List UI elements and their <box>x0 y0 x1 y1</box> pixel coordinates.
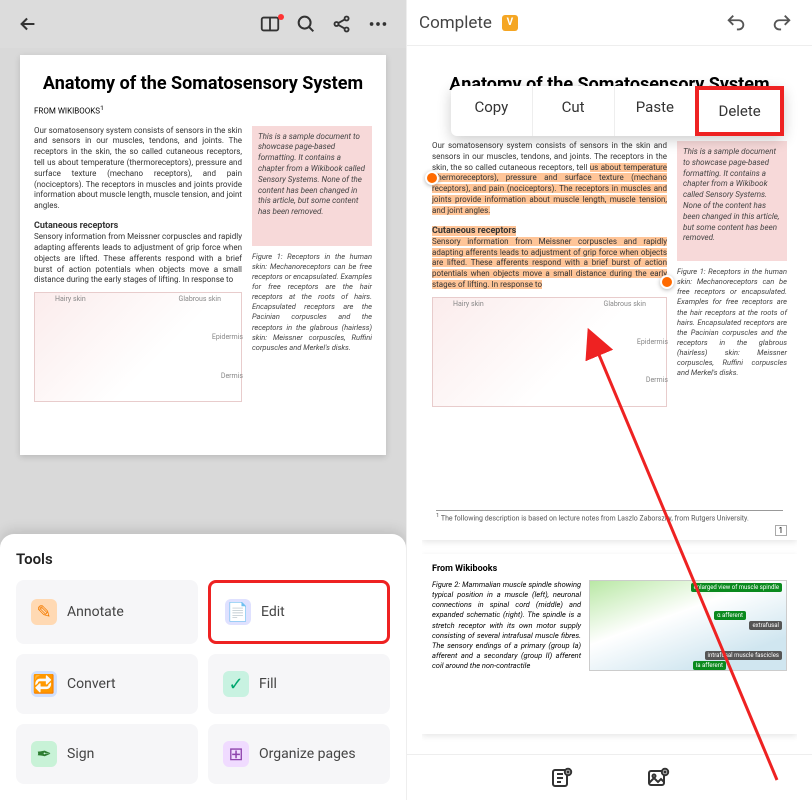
doc-source: FROM WIKIBOOKS <box>34 107 100 116</box>
right-bottombar <box>407 754 812 800</box>
doc-subhead: Cutaneous receptors <box>34 220 242 232</box>
tool-annotate[interactable]: ✎ Annotate <box>16 580 198 644</box>
doc-figure: Hairy skin Glabrous skin Epidermis Dermi… <box>432 297 667 407</box>
ctx-cut[interactable]: Cut <box>532 86 614 136</box>
context-menu: Copy Cut Paste Delete <box>451 86 784 136</box>
tool-edit[interactable]: 📄 Edit <box>208 580 390 644</box>
doc2-fig-caption: Figure 2: Mammalian muscle spindle showi… <box>432 580 581 671</box>
share-button[interactable] <box>324 6 360 42</box>
doc-para1: Our somatosensory system consists of sen… <box>34 126 242 212</box>
right-topbar: Complete V <box>407 0 812 46</box>
sign-icon: ✒ <box>31 741 57 767</box>
mode-title: Complete <box>419 13 492 33</box>
document-page[interactable]: From Wikibooks Figure 2: Mammalian muscl… <box>422 554 797 734</box>
selected-text[interactable]: Cutaneous receptors <box>432 226 516 236</box>
doc2-figure: enlarged view of muscle spindle α affere… <box>589 580 787 671</box>
annotate-icon: ✎ <box>31 599 57 625</box>
add-text-button[interactable] <box>544 760 580 796</box>
undo-button[interactable] <box>718 5 754 41</box>
more-button[interactable] <box>360 6 396 42</box>
tool-convert[interactable]: 🔁 Convert <box>16 654 198 714</box>
tools-heading: Tools <box>16 550 390 568</box>
notification-dot-icon <box>278 14 284 20</box>
search-button[interactable] <box>288 6 324 42</box>
doc-para2: Sensory information from Meissner corpus… <box>34 232 242 286</box>
doc-title: Anatomy of the Somatosensory System <box>34 73 372 94</box>
doc-sidebox: This is a sample document to showcase pa… <box>677 141 787 261</box>
selection-end-handle[interactable] <box>660 275 674 289</box>
selected-text[interactable]: Sensory information from Meissner corpus… <box>432 237 667 289</box>
edit-icon: 📄 <box>225 599 251 625</box>
redo-button[interactable] <box>764 5 800 41</box>
tools-bottom-sheet: Tools ✎ Annotate 📄 Edit 🔁 Convert ✓ Fill… <box>0 534 406 800</box>
doc-figure: Hairy skin Glabrous skin Epidermis Dermi… <box>34 292 242 402</box>
fill-icon: ✓ <box>223 671 249 697</box>
back-button[interactable] <box>10 6 46 42</box>
tool-organize-pages[interactable]: ⊞ Organize pages <box>208 724 390 784</box>
add-image-button[interactable] <box>640 760 676 796</box>
reader-mode-button[interactable] <box>252 6 288 42</box>
document-page: Anatomy of the Somatosensory System FROM… <box>20 55 386 455</box>
organize-icon: ⊞ <box>223 741 249 767</box>
selection-start-handle[interactable] <box>425 171 439 185</box>
tool-fill[interactable]: ✓ Fill <box>208 654 390 714</box>
ctx-paste[interactable]: Paste <box>614 86 696 136</box>
doc-fig-caption: Figure 1: Receptors in the human skin: M… <box>677 267 787 378</box>
convert-icon: 🔁 <box>31 671 57 697</box>
left-topbar <box>0 0 406 48</box>
page-number: 1 <box>775 525 788 536</box>
tool-sign[interactable]: ✒ Sign <box>16 724 198 784</box>
doc-fig-caption: Figure 1: Receptors in the human skin: M… <box>252 252 372 353</box>
premium-badge: V <box>502 15 518 31</box>
doc-footnote: The following description is based on le… <box>441 514 749 522</box>
doc2-source: From Wikibooks <box>432 564 787 574</box>
ctx-delete[interactable]: Delete <box>695 86 784 136</box>
doc-sidebox: This is a sample document to showcase pa… <box>252 126 372 246</box>
ctx-copy[interactable]: Copy <box>451 86 532 136</box>
